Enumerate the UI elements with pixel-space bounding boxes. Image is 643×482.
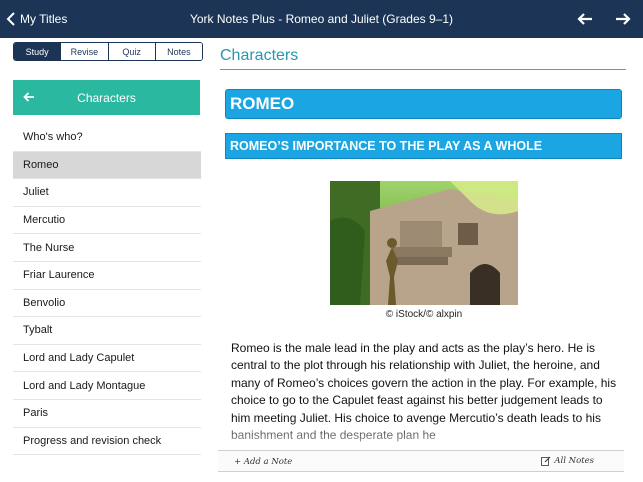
text-fade-overlay — [218, 420, 643, 450]
tab-revise[interactable]: Revise — [60, 43, 108, 60]
sidebar-back-header[interactable]: Characters — [13, 80, 200, 115]
sidebar-item-benvolio[interactable]: Benvolio — [13, 290, 201, 318]
top-navigation-bar: My Titles York Notes Plus - Romeo and Ju… — [0, 0, 643, 38]
image-caption: © iStock/© alxpin — [385, 309, 463, 320]
section-subtitle-banner: ROMEO’S IMPORTANCE TO THE PLAY AS A WHOL… — [225, 133, 622, 159]
sidebar-item-whos-who[interactable]: Who's who? — [13, 124, 201, 152]
tab-notes[interactable]: Notes — [154, 43, 202, 60]
app-title: York Notes Plus - Romeo and Juliet (Grad… — [189, 12, 453, 26]
notes-bar: + Add a Note All Notes — [218, 450, 624, 472]
add-note-button[interactable]: + Add a Note — [234, 457, 292, 467]
page-title: Characters — [220, 47, 299, 64]
sidebar-item-the-nurse[interactable]: The Nurse — [13, 234, 201, 262]
previous-page-arrow-icon[interactable] — [577, 11, 593, 27]
sidebar-item-tybalt[interactable]: Tybalt — [13, 317, 201, 345]
all-notes-button[interactable]: All Notes — [541, 456, 594, 466]
sidebar-item-friar-laurence[interactable]: Friar Laurence — [13, 262, 201, 290]
sidebar-item-lord-lady-capulet[interactable]: Lord and Lady Capulet — [13, 345, 201, 373]
tab-study[interactable]: Study — [14, 43, 61, 60]
sidebar-item-progress-check[interactable]: Progress and revision check — [13, 428, 201, 456]
sidebar-item-juliet[interactable]: Juliet — [13, 179, 201, 207]
sidebar-item-mercutio[interactable]: Mercutio — [13, 207, 201, 235]
juliet-balcony-photo — [330, 181, 518, 305]
sidebar-item-lord-lady-montague[interactable]: Lord and Lady Montague — [13, 372, 201, 400]
all-notes-label: All Notes — [554, 456, 594, 466]
next-page-arrow-icon[interactable] — [615, 11, 631, 27]
edit-note-icon — [541, 456, 551, 466]
heading-divider — [220, 69, 626, 70]
section-tabs: Study Revise Quiz Notes — [13, 42, 203, 61]
sidebar-item-paris[interactable]: Paris — [13, 400, 201, 428]
character-list: Who's who? Romeo Juliet Mercutio The Nur… — [13, 124, 201, 456]
character-name-banner: ROMEO — [225, 89, 622, 119]
arrow-left-icon — [23, 92, 34, 102]
sidebar-header-title: Characters — [77, 90, 136, 105]
tab-quiz[interactable]: Quiz — [107, 43, 155, 60]
sidebar-item-romeo[interactable]: Romeo — [13, 151, 201, 180]
